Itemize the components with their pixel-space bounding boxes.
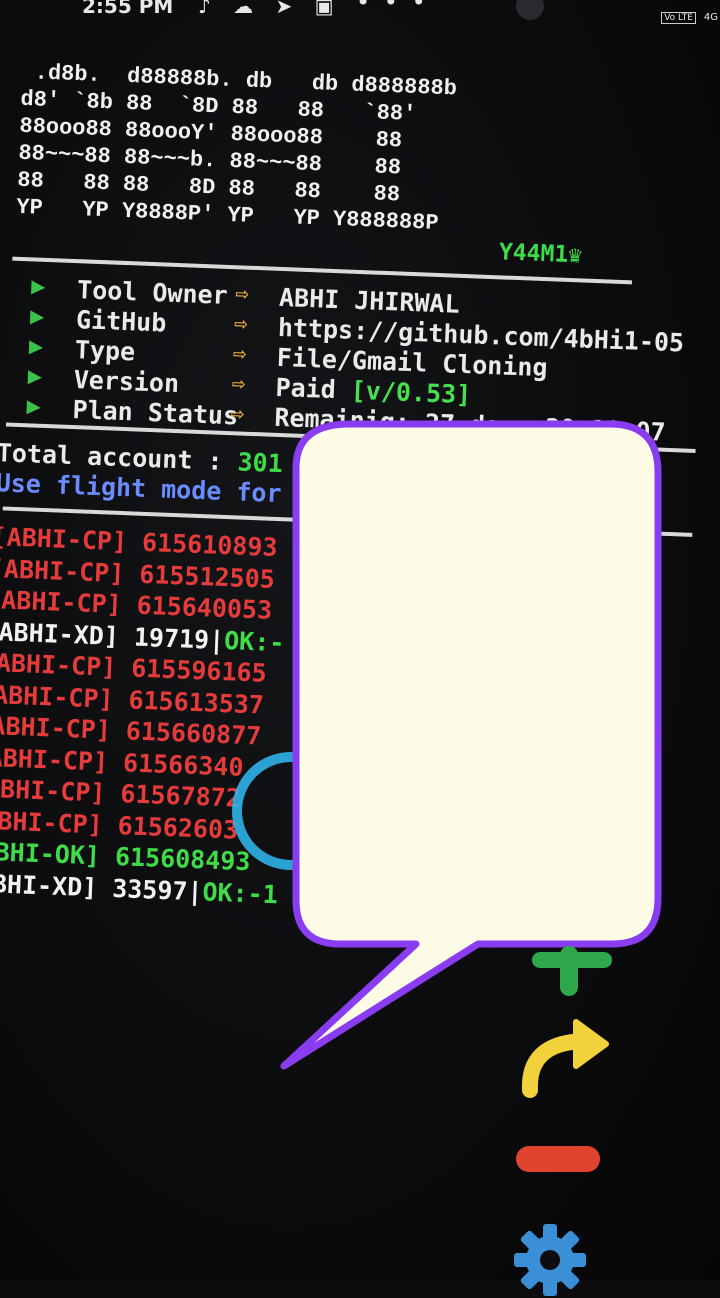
minus-icon[interactable] bbox=[516, 1146, 600, 1172]
phone-screen: 2:55 PM ♪ ☁ ➤ ▣ • • • Vo LTE 4G .d8b. d8… bbox=[0, 0, 720, 1296]
plus-icon[interactable] bbox=[526, 946, 616, 996]
gear-icon[interactable] bbox=[512, 1222, 588, 1298]
redo-arrow-icon[interactable] bbox=[514, 1014, 614, 1098]
plus-horizontal bbox=[532, 952, 612, 968]
